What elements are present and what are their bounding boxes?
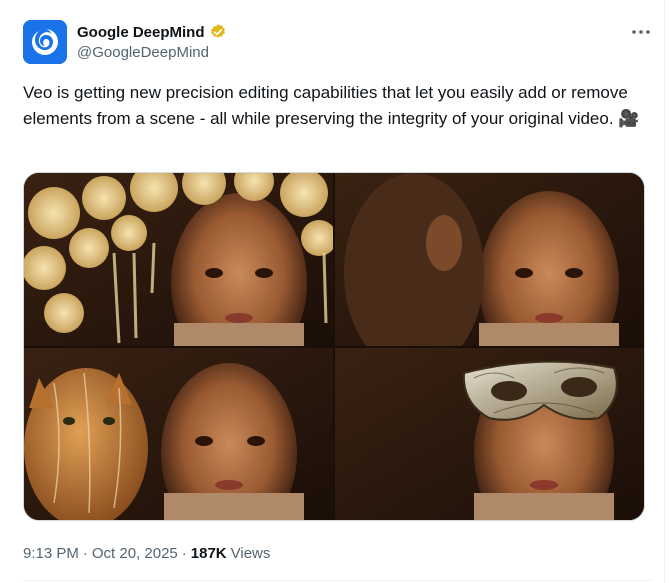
- media-panel-flowers: [24, 173, 337, 373]
- tweet-header: Google DeepMind @GoogleDeepMind: [23, 16, 653, 64]
- divider: [23, 580, 653, 581]
- views-count: 187K: [190, 545, 227, 562]
- author-names: Google DeepMind @GoogleDeepMind: [77, 22, 227, 64]
- author-handle[interactable]: @GoogleDeepMind: [77, 44, 227, 64]
- media-panel-person: [334, 173, 644, 375]
- display-name-row: Google DeepMind: [77, 22, 227, 42]
- media-panel-cat: [24, 347, 334, 520]
- meta-separator: ·: [181, 545, 187, 562]
- verified-badge-icon[interactable]: [209, 23, 227, 41]
- views-label: Views: [230, 545, 271, 562]
- tweet-media[interactable]: [23, 172, 645, 521]
- tweet-time[interactable]: 9:13 PM: [23, 545, 79, 562]
- tweet-date[interactable]: Oct 20, 2025: [92, 545, 178, 562]
- tweet-card: Google DeepMind @GoogleDeepMind Veo is g…: [0, 0, 665, 583]
- author-display-name[interactable]: Google DeepMind: [77, 24, 205, 41]
- media-panel-mask: [334, 347, 644, 520]
- tweet-meta: 9:13 PM · Oct 20, 2025 · 187K Views: [23, 545, 270, 562]
- avatar[interactable]: [23, 20, 67, 64]
- tweet-text: Veo is getting new precision editing cap…: [23, 83, 640, 128]
- more-options-icon[interactable]: [629, 22, 653, 42]
- meta-separator: ·: [82, 545, 88, 562]
- deepmind-logo-icon: [23, 20, 67, 64]
